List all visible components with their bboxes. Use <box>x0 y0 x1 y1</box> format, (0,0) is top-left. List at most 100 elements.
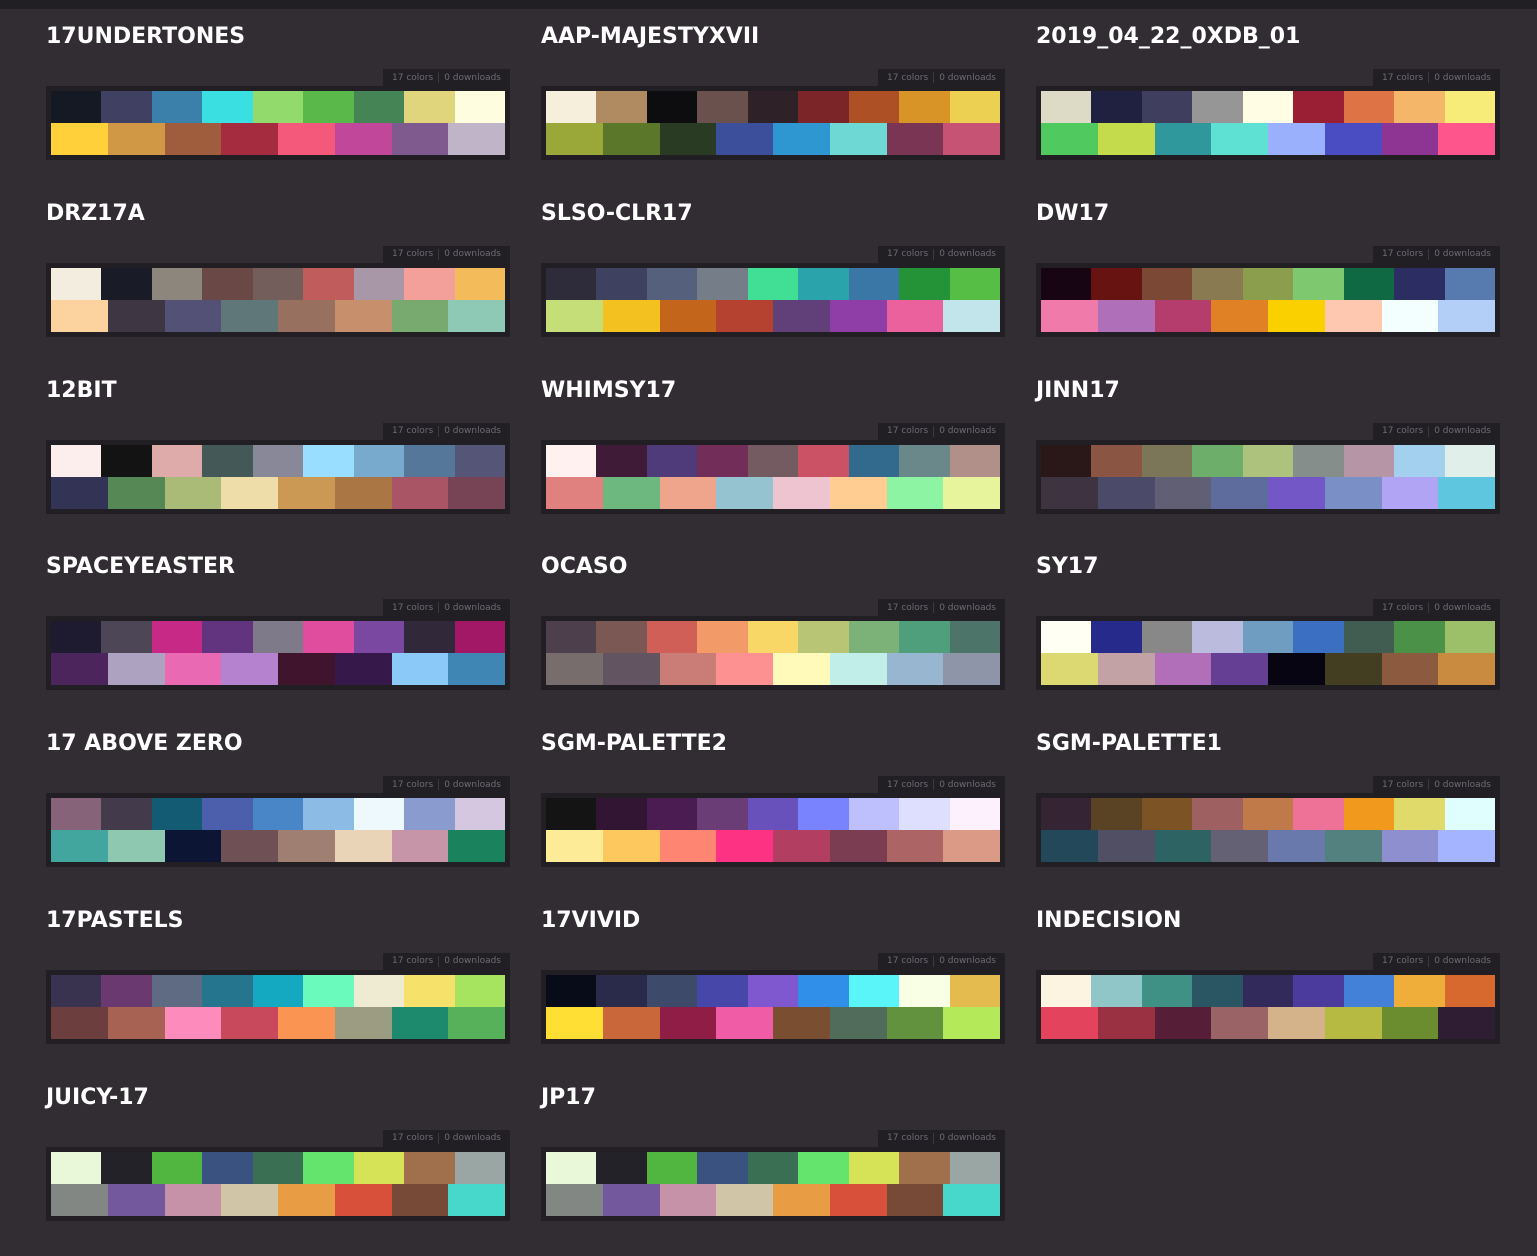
palette-title[interactable]: SGM-PALETTE2 <box>541 731 727 757</box>
color-swatch <box>886 1183 944 1216</box>
palette-title[interactable]: DW17 <box>1036 201 1109 227</box>
color-swatch <box>716 1006 773 1039</box>
palette-title[interactable]: JP17 <box>541 1085 596 1111</box>
color-swatch <box>747 974 799 1007</box>
palette-swatches[interactable] <box>541 262 1005 337</box>
color-swatch <box>1438 476 1495 509</box>
color-swatch <box>1091 798 1142 831</box>
palette-title[interactable]: SGM-PALETTE1 <box>1036 731 1222 757</box>
color-swatch <box>1141 621 1193 654</box>
palette-title[interactable]: 2019_04_22_0XDB_01 <box>1036 24 1300 50</box>
color-swatch <box>829 653 887 686</box>
palette-swatches[interactable] <box>541 1146 1005 1221</box>
color-swatch <box>1242 267 1294 300</box>
swatch-row-top <box>546 444 1000 477</box>
swatch-row-top <box>546 1151 1000 1184</box>
color-swatch <box>221 123 278 155</box>
palette-title[interactable]: WHIMSY17 <box>541 378 676 404</box>
palette-swatches[interactable] <box>541 616 1005 691</box>
color-swatch <box>334 1183 392 1216</box>
palette-swatches[interactable] <box>541 86 1005 160</box>
palette-title[interactable]: 17PASTELS <box>46 908 184 934</box>
palette-title[interactable]: 12BIT <box>46 378 117 404</box>
palette-entry: AAP-MAJESTYXVII 17 colors 0 downloads <box>541 18 1005 195</box>
palette-title[interactable]: INDECISION <box>1036 908 1181 934</box>
palette-swatches[interactable] <box>1036 969 1500 1044</box>
palette-swatches[interactable] <box>46 262 510 337</box>
palette-swatches[interactable] <box>541 439 1005 514</box>
palette-title[interactable]: SY17 <box>1036 554 1098 580</box>
palette-swatches[interactable] <box>541 793 1005 868</box>
palette-swatches[interactable] <box>46 969 510 1044</box>
palette-title[interactable]: SPACEYEASTER <box>46 554 235 580</box>
color-swatch <box>202 798 253 831</box>
color-swatch <box>353 798 405 831</box>
download-count: 0 downloads <box>444 249 501 260</box>
color-swatch <box>1211 1006 1268 1039</box>
download-count: 0 downloads <box>444 956 501 967</box>
stats-divider <box>1428 602 1430 614</box>
color-swatch <box>773 476 830 509</box>
color-swatch <box>798 621 849 654</box>
color-swatch <box>1394 798 1445 831</box>
palette-swatches[interactable] <box>1036 262 1500 337</box>
color-swatch <box>697 621 748 654</box>
color-swatch <box>1324 1006 1382 1039</box>
download-count: 0 downloads <box>939 249 996 260</box>
color-swatch <box>278 830 335 863</box>
color-swatch <box>848 798 900 831</box>
swatch-row-top <box>1041 267 1495 300</box>
color-swatch <box>747 267 799 300</box>
color-swatch <box>164 1006 222 1039</box>
swatch-row-top <box>51 1151 505 1184</box>
color-swatch <box>278 1183 335 1216</box>
color-swatch <box>1141 974 1193 1007</box>
color-count: 17 colors <box>392 602 434 613</box>
color-swatch <box>252 91 304 123</box>
palette-entry: JUICY-17 17 colors 0 downloads <box>46 1079 510 1256</box>
color-swatch <box>646 444 698 477</box>
palette-swatches[interactable] <box>46 793 510 868</box>
color-swatch <box>747 1151 799 1184</box>
palette-title[interactable]: 17VIVID <box>541 908 640 934</box>
color-swatch <box>716 830 773 863</box>
palette-swatches[interactable] <box>46 1146 510 1221</box>
color-swatch <box>448 299 505 332</box>
palette-swatches[interactable] <box>1036 439 1500 514</box>
palette-title[interactable]: AAP-MAJESTYXVII <box>541 24 759 50</box>
color-swatch <box>1242 974 1294 1007</box>
color-swatch <box>899 798 950 831</box>
palette-title[interactable]: 17 ABOVE ZERO <box>46 731 243 757</box>
palette-title[interactable]: JUICY-17 <box>46 1085 149 1111</box>
color-swatch <box>1444 267 1495 300</box>
palette-stats: 17 colors 0 downloads <box>878 776 1005 794</box>
palette-stats: 17 colors 0 downloads <box>1373 599 1500 617</box>
palette-title[interactable]: OCASO <box>541 554 627 580</box>
palette-stats: 17 colors 0 downloads <box>1373 952 1500 970</box>
palette-title[interactable]: SLSO-CLR17 <box>541 201 693 227</box>
color-swatch <box>334 830 392 863</box>
palette-swatches[interactable] <box>541 969 1005 1044</box>
color-swatch <box>747 91 799 123</box>
palette-entry: 17VIVID 17 colors 0 downloads <box>541 902 1005 1079</box>
color-swatch <box>899 444 950 477</box>
color-swatch <box>1324 653 1382 686</box>
palette-swatches[interactable] <box>1036 616 1500 691</box>
palette-swatches[interactable] <box>1036 793 1500 868</box>
palette-title[interactable]: JINN17 <box>1036 378 1120 404</box>
color-count: 17 colors <box>887 956 929 967</box>
color-swatch <box>164 299 222 332</box>
swatch-row-top <box>51 621 505 654</box>
palette-title[interactable]: 17UNDERTONES <box>46 24 245 50</box>
color-swatch <box>303 621 354 654</box>
color-swatch <box>1154 476 1212 509</box>
color-swatch <box>646 1151 698 1184</box>
palette-swatches[interactable] <box>46 616 510 691</box>
palette-swatches[interactable] <box>46 86 510 160</box>
palette-swatches[interactable] <box>1036 86 1500 160</box>
palette-swatches[interactable] <box>46 439 510 514</box>
color-swatch <box>51 1006 108 1039</box>
color-swatch <box>404 91 455 123</box>
palette-title[interactable]: DRZ17A <box>46 201 145 227</box>
color-swatch <box>101 621 152 654</box>
